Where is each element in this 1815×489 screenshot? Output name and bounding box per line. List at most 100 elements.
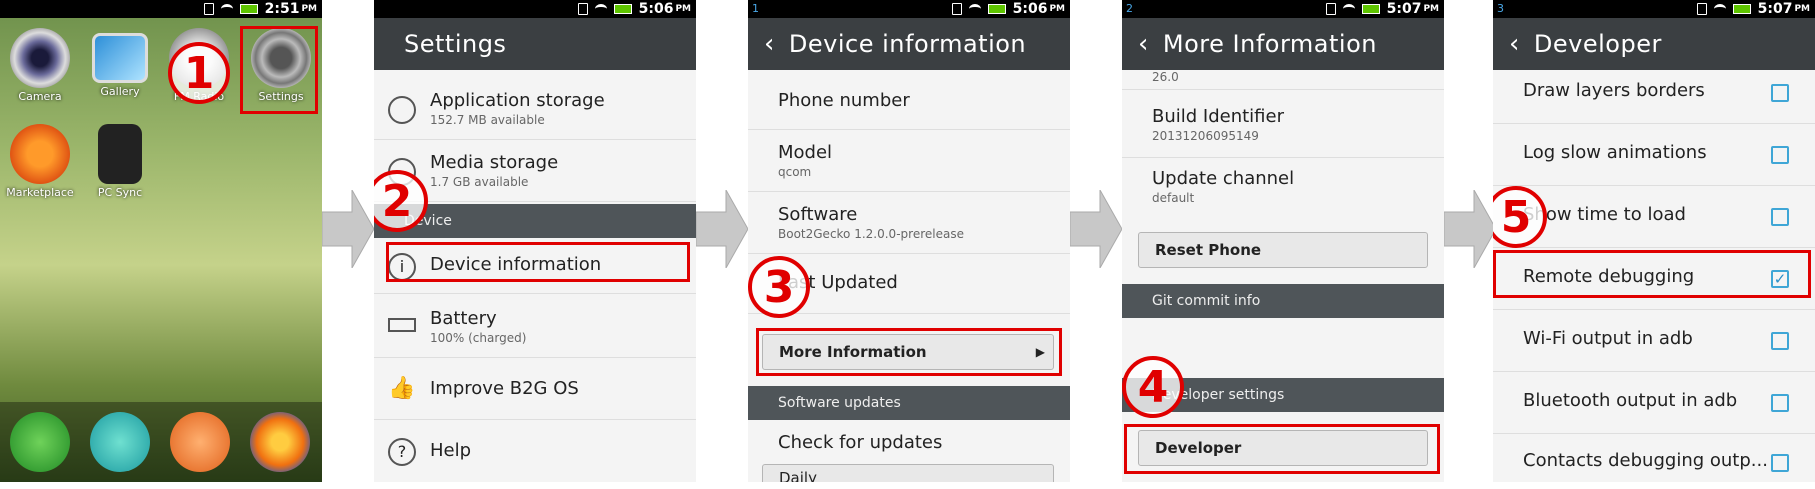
step-3-badge: 3 (748, 256, 810, 318)
usb-icon (98, 124, 142, 184)
status-bar: 3 5:07 PM (1493, 0, 1815, 18)
messages-icon[interactable] (90, 412, 150, 472)
row-subtitle: qcom (778, 165, 812, 179)
camera-icon (10, 28, 70, 88)
developer-highlight (1124, 424, 1440, 474)
app-label: Gallery (100, 85, 140, 98)
dev-option-row[interactable]: Bluetooth output in adb (1493, 374, 1815, 434)
row-subtitle: 20131206095149 (1152, 129, 1259, 143)
device-info-screen: 1 5:06 PM ‹ Device information Phone num… (748, 0, 1070, 482)
app-marketplace[interactable]: Marketplace (5, 124, 75, 199)
model-row: Model qcom (748, 132, 1070, 192)
battery-icon (613, 4, 632, 14)
app-storage-row[interactable]: Application storage 152.7 MB available (374, 80, 696, 140)
wifi-icon (594, 4, 607, 14)
row-subtitle: default (1152, 191, 1195, 205)
contacts-icon[interactable] (170, 412, 230, 472)
phone-icon[interactable] (10, 412, 70, 472)
improve-row[interactable]: 👍 Improve B2G OS (374, 360, 696, 420)
battery-icon (1361, 4, 1380, 14)
step-4-badge: 4 (1122, 356, 1184, 418)
sim-icon (203, 3, 214, 15)
settings-highlight (240, 26, 318, 114)
update-frequency-select[interactable]: Daily (762, 464, 1054, 482)
page-title: Settings (374, 18, 696, 70)
battery-row[interactable]: Battery 100% (charged) (374, 296, 696, 358)
header: ‹ Developer (1493, 18, 1815, 70)
marketplace-icon (10, 124, 70, 184)
arrow-1 (321, 188, 375, 270)
row-title: Model (778, 142, 833, 163)
row-title: Update channel (1152, 168, 1295, 189)
status-bar: 2 5:07 PM (1122, 0, 1444, 18)
developer-screen: 3 5:07 PM ‹ Developer Draw layers border… (1493, 0, 1815, 482)
dev-option-row[interactable]: Draw layers borders (1493, 72, 1815, 124)
section-software-updates: Software updates (748, 386, 1070, 420)
row-title: Software (778, 204, 858, 225)
checkbox[interactable] (1771, 394, 1789, 412)
checkbox[interactable] (1771, 208, 1789, 226)
checkbox[interactable] (1771, 84, 1789, 102)
dev-option-row[interactable]: Contacts debugging outp... (1493, 436, 1815, 482)
sim-icon (577, 3, 588, 15)
row-title: Media storage (430, 152, 559, 173)
notification-count: 1 (752, 2, 759, 15)
page-title: Developer (1533, 30, 1662, 58)
help-row[interactable]: ? Help (374, 422, 696, 482)
checkbox[interactable] (1771, 454, 1789, 472)
row-title: Phone number (778, 90, 910, 111)
gallery-icon (92, 33, 148, 83)
help-icon: ? (388, 438, 416, 466)
arrow-3 (1069, 188, 1123, 270)
clock: 5:07 (1386, 1, 1422, 17)
row-subtitle: 26.0 (1152, 70, 1179, 84)
homescreen-screen: 2:51 PM Camera Gallery FM Radio Settings… (0, 0, 322, 482)
app-label: PC Sync (97, 186, 143, 199)
row-subtitle: 152.7 MB available (430, 113, 545, 127)
row-subtitle: 1.7 GB available (430, 175, 529, 189)
battery-icon (987, 4, 1006, 14)
checkbox[interactable] (1771, 146, 1789, 164)
clock-ampm: PM (675, 4, 691, 14)
header: ‹ More Information (1122, 18, 1444, 70)
app-label: Marketplace (6, 186, 74, 199)
device-info-highlight (386, 242, 690, 282)
app-camera[interactable]: Camera (5, 28, 75, 103)
back-chevron-icon[interactable]: ‹ (1138, 29, 1149, 59)
firefox-icon[interactable] (250, 412, 310, 472)
battery-icon (388, 318, 416, 332)
page-title: More Information (1162, 30, 1377, 58)
clock: 2:51 (264, 1, 300, 17)
row-title: Application storage (430, 90, 605, 111)
clock-ampm: PM (1049, 4, 1065, 14)
checkbox[interactable] (1771, 332, 1789, 350)
dev-option-row[interactable]: Wi-Fi output in adb (1493, 312, 1815, 372)
step-1-badge: 1 (168, 42, 230, 104)
check-updates-row[interactable]: Check for updates (748, 422, 1070, 462)
row-subtitle: Boot2Gecko 1.2.0.0-prerelease (778, 227, 964, 241)
software-row: Software Boot2Gecko 1.2.0.0-prerelease (748, 194, 1070, 254)
sim-icon (951, 3, 962, 15)
thumbs-up-icon: 👍 (388, 376, 416, 401)
back-chevron-icon[interactable]: ‹ (764, 29, 775, 59)
header: ‹ Device information (748, 18, 1070, 70)
app-gallery[interactable]: Gallery (85, 28, 155, 98)
section-git-commit: Git commit info (1122, 284, 1444, 318)
reset-phone-button[interactable]: Reset Phone (1138, 232, 1428, 268)
app-pc-sync[interactable]: PC Sync (85, 124, 155, 199)
remote-debugging-highlight (1493, 250, 1811, 298)
clock-ampm: PM (301, 4, 317, 14)
clock-ampm: PM (1794, 4, 1810, 14)
row-title: Improve B2G OS (430, 378, 579, 399)
sim-icon (1325, 3, 1336, 15)
dev-option-row[interactable]: Log slow animations (1493, 126, 1815, 186)
more-info-highlight (756, 328, 1062, 376)
more-info-screen: 2 5:07 PM ‹ More Information 26.0 Build … (1122, 0, 1444, 482)
battery-icon (239, 4, 258, 14)
update-channel-row: Update channel default (1122, 160, 1444, 220)
wifi-icon (968, 4, 981, 14)
sim-icon (1696, 3, 1707, 15)
row-title: Last Updated (778, 272, 898, 293)
clock: 5:06 (1012, 1, 1048, 17)
back-chevron-icon[interactable]: ‹ (1509, 29, 1520, 59)
